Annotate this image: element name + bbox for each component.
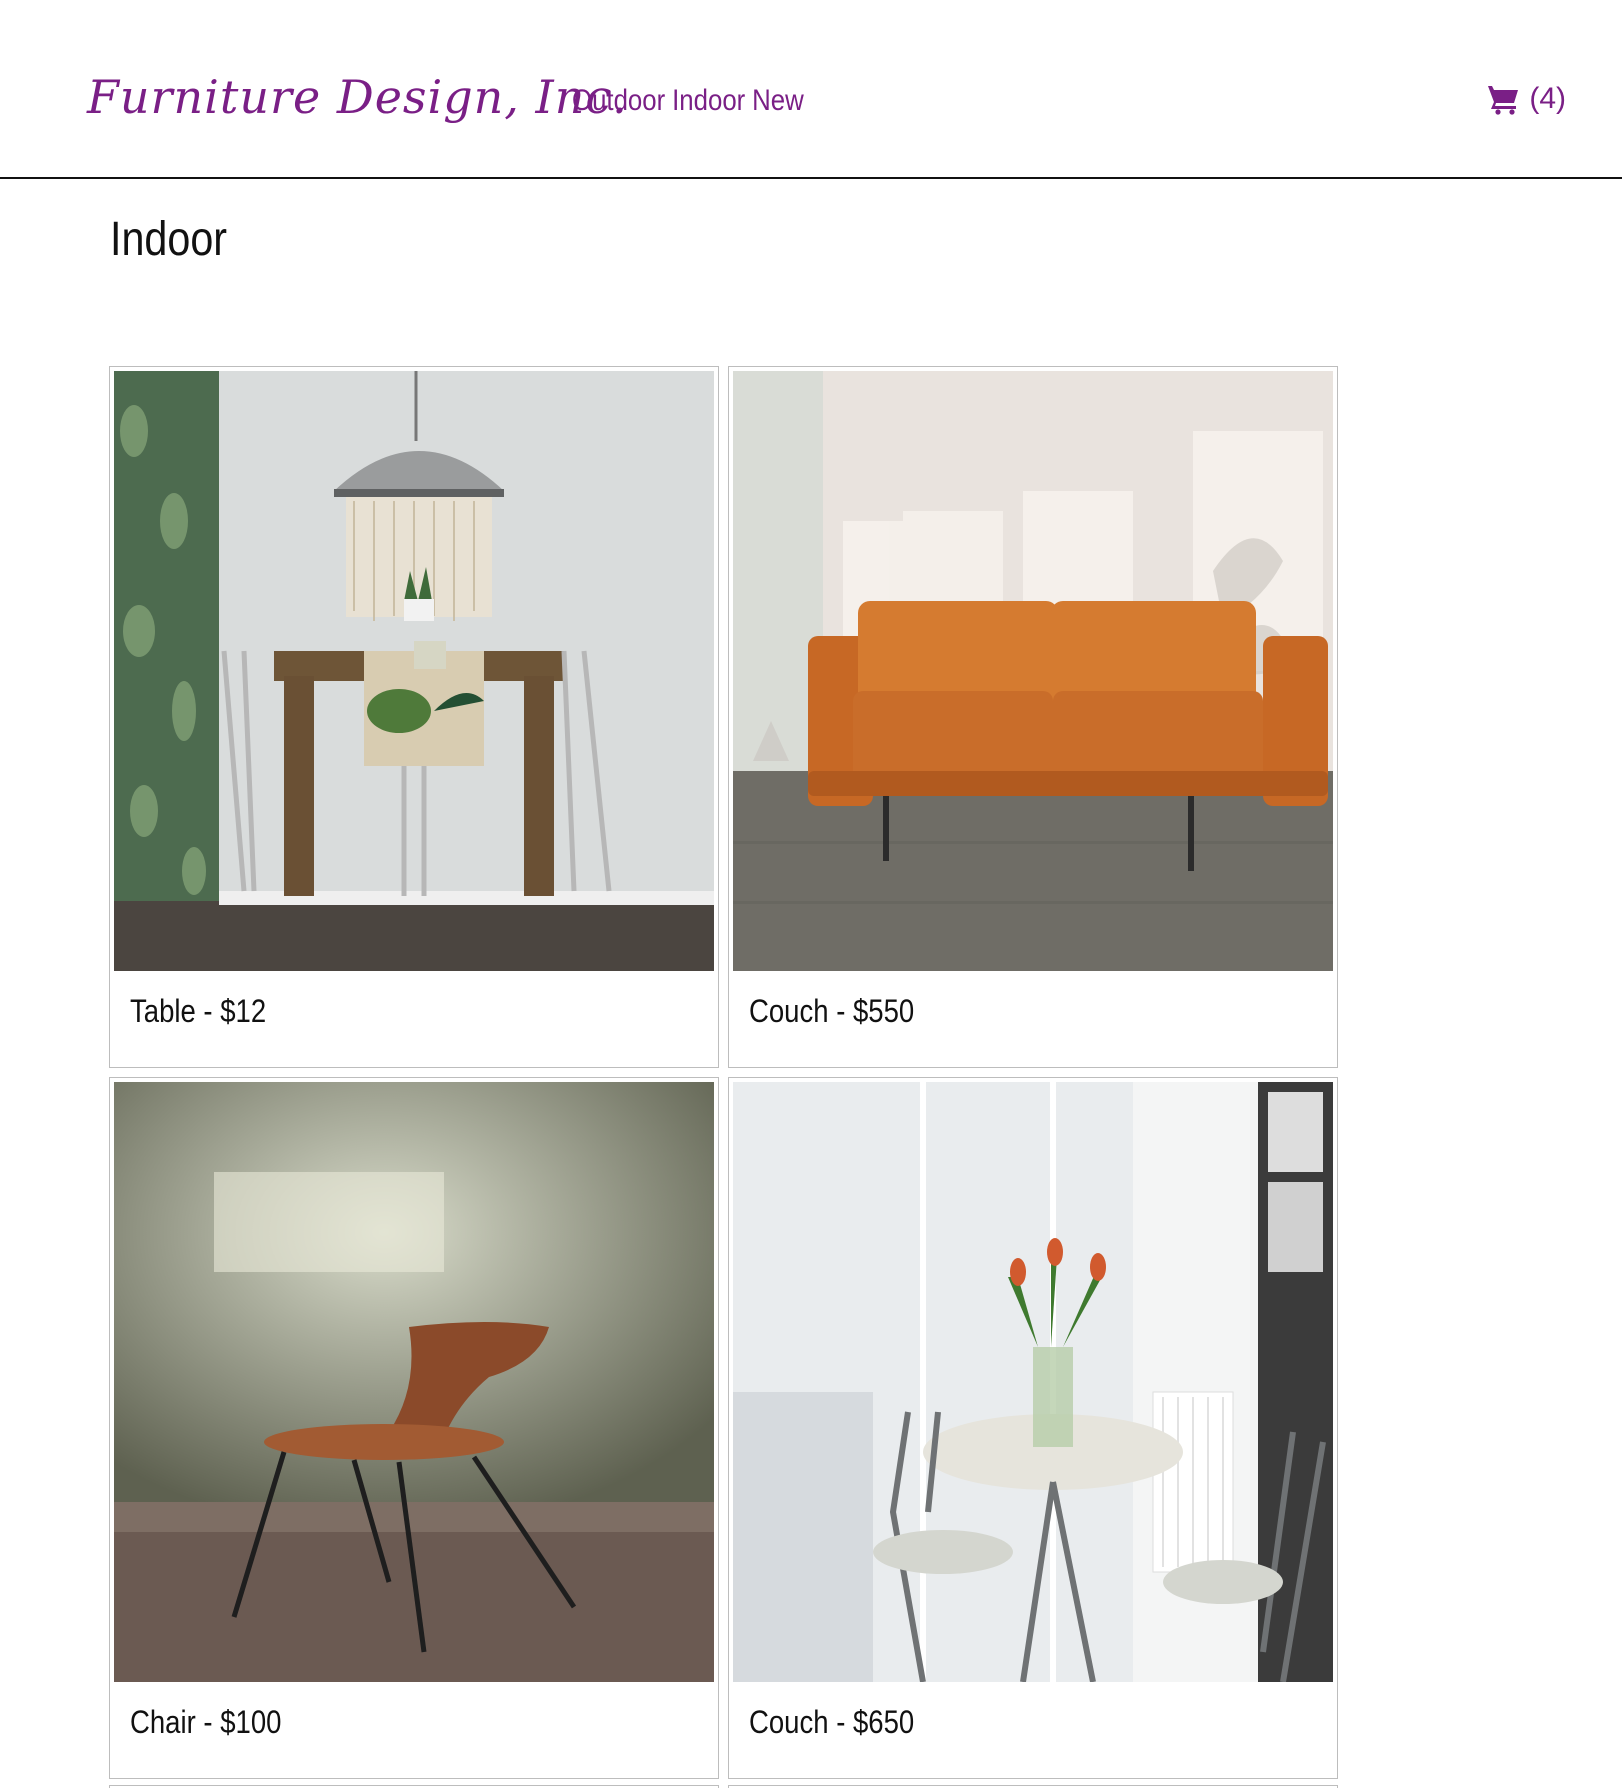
site-logo[interactable]: Furniture Design, Inc. (87, 70, 628, 124)
product-caption[interactable]: Table - $12 (130, 993, 266, 1030)
orange-leather-couch-photo[interactable] (733, 371, 1333, 971)
product-caption[interactable]: Chair - $100 (130, 1704, 281, 1741)
product-card-couch-2[interactable]: Couch - $650 (728, 1077, 1338, 1779)
bistro-table-photo[interactable] (733, 1082, 1333, 1682)
nav-indoor[interactable]: Indoor (672, 84, 745, 118)
main-nav: Outdoor Indoor New (572, 84, 804, 118)
product-card-table[interactable]: Table - $12 (109, 366, 719, 1068)
product-grid: Table - $12 Couch - $550 Chair - $100 Co… (109, 366, 1338, 1779)
nav-outdoor[interactable]: Outdoor (572, 84, 665, 118)
nav-new[interactable]: New (752, 84, 804, 118)
product-card-chair[interactable]: Chair - $100 (109, 1077, 719, 1779)
cart-button[interactable]: (4) (1485, 82, 1566, 116)
site-header: Furniture Design, Inc. Outdoor Indoor Ne… (0, 0, 1622, 179)
page-title: Indoor (110, 213, 228, 266)
shopping-cart-icon (1485, 83, 1521, 115)
product-caption[interactable]: Couch - $550 (749, 993, 914, 1030)
product-caption[interactable]: Couch - $650 (749, 1704, 914, 1741)
cart-count: (4) (1529, 82, 1566, 115)
product-card-couch[interactable]: Couch - $550 (728, 366, 1338, 1068)
wooden-chair-photo[interactable] (114, 1082, 714, 1682)
dining-table-photo[interactable] (114, 371, 714, 971)
